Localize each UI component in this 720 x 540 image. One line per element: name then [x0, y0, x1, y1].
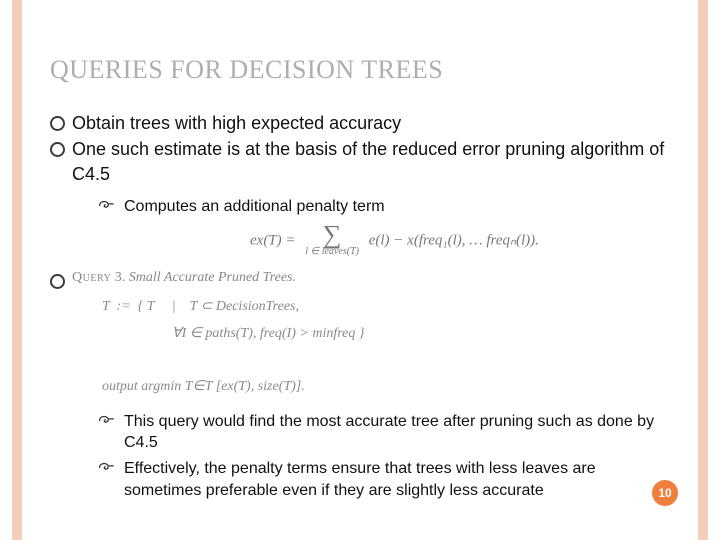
bullet-reduced-error: One such estimate is at the basis of the…: [50, 137, 670, 217]
formula-rhs: e(l) − x(freq₁(l), … freqₙ(l)).: [369, 233, 539, 249]
page-number-text: 10: [658, 486, 671, 500]
bullet-list-level2-b: This query would find the most accurate …: [72, 411, 670, 501]
query-label: Query: [72, 270, 111, 285]
slide-frame: QUERIES FOR DECISION TREES Obtain trees …: [12, 0, 708, 540]
query-number: 3.: [115, 270, 126, 285]
subbullet-text: Effectively, the penalty terms ensure th…: [124, 460, 596, 499]
subbullet-penalty-term: Computes an additional penalty term: [98, 196, 670, 218]
bullet-text: Obtain trees with high expected accuracy: [72, 113, 401, 133]
summation-symbol: ∑ l ∈ leaves(T): [305, 225, 359, 257]
query-line-3: output argmin T∈T [ex(T), size(T)].: [102, 379, 305, 394]
formula-lhs: ex(T) =: [250, 233, 296, 249]
query-3-math: T := { T | T ⊂ DecisionTrees, ∀I ∈ paths…: [72, 294, 670, 400]
subbullet-find-accurate: This query would find the most accurate …: [98, 411, 670, 454]
page-number-badge: 10: [652, 480, 678, 506]
summation-sub: l ∈ leaves(T): [305, 247, 359, 257]
query-subtitle: Small Accurate Pruned Trees.: [129, 270, 296, 285]
bullet-obtain-trees: Obtain trees with high expected accuracy: [50, 111, 670, 135]
subbullet-text: Computes an additional penalty term: [124, 198, 385, 215]
bullet-list-level1: Obtain trees with high expected accuracy…: [50, 111, 670, 217]
subbullet-text: This query would find the most accurate …: [124, 413, 654, 452]
sigma-icon: ∑: [323, 220, 342, 249]
formula-ex-t: ex(T) = ∑ l ∈ leaves(T) e(l) − x(freq₁(l…: [50, 225, 670, 257]
bullet-list-level1-b: Query 3. Small Accurate Pruned Trees. T …: [50, 269, 670, 501]
query-3-block: Query 3. Small Accurate Pruned Trees. T …: [72, 269, 670, 400]
bullet-text: One such estimate is at the basis of the…: [72, 139, 664, 183]
slide-title: QUERIES FOR DECISION TREES: [50, 55, 670, 85]
formula-content: ex(T) = ∑ l ∈ leaves(T) e(l) − x(freq₁(l…: [250, 225, 539, 257]
bullet-list-level2: Computes an additional penalty term: [72, 196, 670, 218]
subbullet-penalty-preferable: Effectively, the penalty terms ensure th…: [98, 458, 670, 501]
query-3-heading: Query 3. Small Accurate Pruned Trees.: [72, 269, 670, 288]
query-line-1: T := { T | T ⊂ DecisionTrees,: [102, 299, 299, 314]
bullet-query-block: Query 3. Small Accurate Pruned Trees. T …: [50, 269, 670, 501]
query-line-2: ∀I ∈ paths(T), freq(I) > minfreq }: [102, 326, 364, 341]
